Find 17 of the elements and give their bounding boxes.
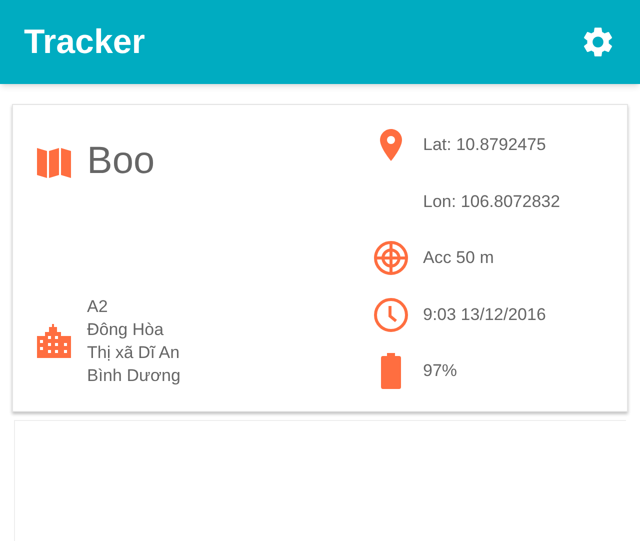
map-icon [37, 146, 71, 178]
clock-icon [373, 296, 409, 332]
address-line: Đông Hòa [87, 319, 165, 341]
app-title: Tracker [24, 22, 145, 62]
address-line: A2 [87, 296, 109, 318]
buildings-icon [37, 324, 71, 358]
detail-text: 97% [423, 360, 458, 382]
battery-icon [381, 353, 401, 389]
address-line: Thị xã Dĩ An [87, 342, 180, 364]
detail-text: Acc 50 m [423, 247, 494, 270]
detail-text: Lat: 10.8792475 [423, 134, 546, 156]
location-pin-icon [380, 129, 402, 161]
device-name: Boo [87, 139, 155, 184]
address-line: Bình Dương [87, 365, 180, 387]
crosshair-icon [373, 240, 409, 276]
detail-text: Lon: 106.8072832 [423, 190, 560, 213]
detail-text: 9:03 13/12/2016 [423, 304, 546, 326]
